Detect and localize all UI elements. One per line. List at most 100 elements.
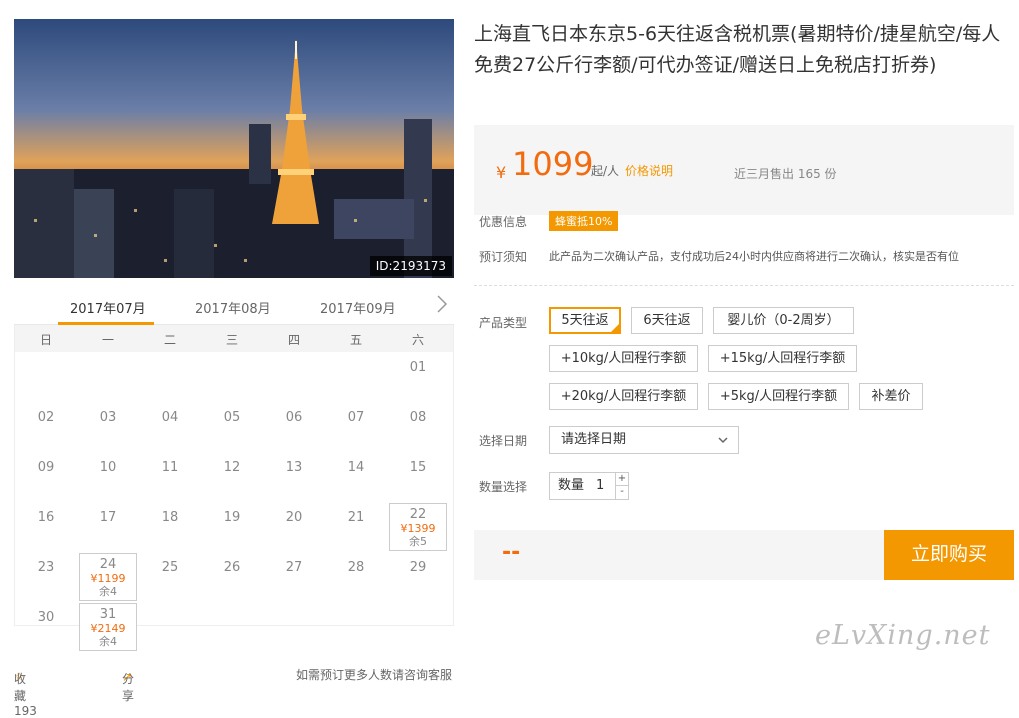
day-number: 29 [409, 560, 427, 575]
day-price: ¥1199 [90, 571, 126, 585]
calendar-day: 23 [15, 560, 77, 575]
calendar-day: 15 [387, 460, 449, 475]
calendar-day: 20 [263, 510, 325, 525]
sales-count: 近三月售出 165 份 [734, 167, 837, 181]
day-number: 25 [161, 560, 179, 575]
day-number: 26 [223, 560, 241, 575]
day-remaining: 余5 [409, 534, 427, 548]
calendar-day: 25 [139, 560, 201, 575]
date-label: 选择日期 [479, 434, 528, 448]
calendar-day: 19 [201, 510, 263, 525]
option-20kg[interactable]: +20kg/人回程行李额 [549, 383, 698, 410]
day-number: 05 [223, 410, 241, 425]
day-number: 21 [347, 510, 365, 525]
day-number: 03 [99, 410, 117, 425]
day-number: 19 [223, 510, 241, 525]
weekday-label: 四 [287, 333, 300, 347]
calendar-day: 13 [263, 460, 325, 475]
calendar-day: 11 [139, 460, 201, 475]
calendar-day: 30 [15, 610, 77, 625]
day-remaining: 余4 [99, 584, 117, 598]
day-price: ¥2149 [90, 621, 126, 635]
day-number: 16 [37, 510, 55, 525]
day-number: 30 [37, 610, 55, 625]
product-panel: 上海直飞日本东京5-6天往返含税机票(暑期特价/捷星航空/每人免费27公斤行李额… [474, 19, 1014, 580]
calendar-day: 04 [139, 410, 201, 425]
day-number: 23 [37, 560, 55, 575]
currency-symbol: ¥ [496, 163, 507, 182]
price-explanation-link[interactable]: 价格说明 [625, 162, 673, 179]
calendar-day-available[interactable]: 24 ¥1199 余4 [79, 553, 137, 601]
weekday-label: 一 [101, 333, 114, 347]
calendar-day: 14 [325, 460, 387, 475]
calendar-day: 27 [263, 560, 325, 575]
tokyo-tower-image [14, 19, 454, 278]
price-box: ¥ 1099 起/人 价格说明 近三月售出 165 份 [474, 125, 1014, 215]
calendar-day: 26 [201, 560, 263, 575]
calendar-grid: 日 一 二 三 四 五 六 01 02 03 04 05 06 07 08 09 10 11 12 13 14 15 16… [14, 325, 454, 651]
product-photo[interactable]: ID:2193173 [14, 19, 454, 278]
chevron-right-icon[interactable] [436, 294, 448, 314]
day-number: 31 [99, 607, 117, 622]
option-5-day[interactable]: 5天往返 [549, 307, 621, 334]
calendar-day-available[interactable]: 22 ¥1399 余5 [389, 503, 447, 551]
option-price-difference[interactable]: 补差价 [859, 383, 923, 410]
day-number: 20 [285, 510, 303, 525]
photo-id-label: ID:2193173 [369, 256, 452, 276]
left-column: ID:2193173 2017年07月 2017年08月 2017年09月 日 一… [14, 19, 454, 651]
day-number: 27 [285, 560, 303, 575]
calendar-day: 17 [77, 510, 139, 525]
calendar-day: 08 [387, 410, 449, 425]
day-price: ¥1399 [400, 521, 436, 535]
tab-month-september[interactable]: 2017年09月 [320, 298, 396, 317]
promo-label: 优惠信息 [479, 215, 528, 229]
calendar-day: 05 [201, 410, 263, 425]
option-6-day[interactable]: 6天往返 [631, 307, 703, 334]
weekday-label: 六 [411, 333, 424, 347]
day-number: 13 [285, 460, 303, 475]
option-infant[interactable]: 婴儿价（0-2周岁） [713, 307, 854, 334]
quantity-minus-button[interactable]: - [615, 486, 628, 499]
day-number: 04 [161, 410, 179, 425]
price-unit: 起/人 [591, 164, 620, 178]
quantity-input[interactable]: 1 [596, 473, 604, 499]
tab-month-august[interactable]: 2017年08月 [195, 298, 271, 317]
quantity-text: 数量 [558, 478, 585, 493]
weekday-header: 日一二三四五六 [15, 325, 453, 352]
option-5kg[interactable]: +5kg/人回程行李额 [708, 383, 849, 410]
calendar-day: 03 [77, 410, 139, 425]
total-price: -- [502, 540, 521, 565]
day-number: 02 [37, 410, 55, 425]
notice-label: 预订须知 [479, 250, 528, 264]
day-number: 18 [161, 510, 179, 525]
weekday-label: 五 [349, 333, 362, 347]
quantity-stepper: 数量 1 + - [549, 472, 629, 500]
calendar-day: 01 [387, 360, 449, 375]
day-number: 28 [347, 560, 365, 575]
quantity-plus-button[interactable]: + [615, 473, 628, 486]
buy-now-button[interactable]: 立即购买 [884, 530, 1014, 580]
calendar-day-available[interactable]: 31 ¥2149 余4 [79, 603, 137, 651]
day-number: 10 [99, 460, 117, 475]
product-type-label: 产品类型 [479, 316, 528, 330]
calendar-day: 09 [15, 460, 77, 475]
month-tabs: 2017年07月 2017年08月 2017年09月 [14, 278, 454, 325]
calendar-day: 12 [201, 460, 263, 475]
option-15kg[interactable]: +15kg/人回程行李额 [708, 345, 857, 372]
chevron-down-icon [718, 437, 728, 444]
day-number: 12 [223, 460, 241, 475]
product-title: 上海直飞日本东京5-6天往返含税机票(暑期特价/捷星航空/每人免费27公斤行李额… [474, 23, 1001, 76]
date-select[interactable]: 请选择日期 [549, 426, 739, 454]
promo-badge: 蜂蜜抵10% [549, 211, 619, 231]
divider [474, 285, 1014, 286]
day-number: 07 [347, 410, 365, 425]
tab-month-july[interactable]: 2017年07月 [70, 298, 146, 317]
day-number: 08 [409, 410, 427, 425]
option-10kg[interactable]: +10kg/人回程行李额 [549, 345, 698, 372]
day-number: 11 [161, 460, 179, 475]
weekday-label: 日 [39, 333, 52, 347]
day-number: 24 [99, 557, 117, 572]
weekday-label: 二 [163, 333, 176, 347]
date-placeholder: 请选择日期 [561, 432, 627, 447]
calendar-day: 02 [15, 410, 77, 425]
